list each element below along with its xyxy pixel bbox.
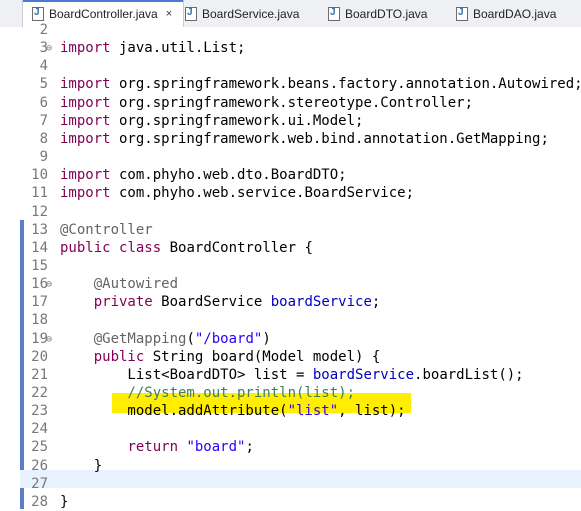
code-line[interactable]: 8 import org.springframework.web.bind.ann… (0, 130, 581, 148)
line-number: 2 (39, 22, 48, 38)
code-line[interactable]: 23 model.addAttribute("list", list); (0, 402, 581, 420)
line-number: 5 (39, 76, 48, 93)
line-number: 22 (31, 385, 48, 401)
code-text: @Controller (60, 221, 153, 238)
code-line[interactable]: 3 ⊖ import java.util.List; (0, 39, 581, 57)
code-line[interactable]: 18 (0, 311, 581, 329)
code-line[interactable]: 4 (0, 57, 581, 75)
collapse-icon[interactable]: ⊖ (46, 40, 52, 58)
code-line[interactable]: 7 import org.springframework.ui.Model; (0, 112, 581, 130)
code-line[interactable]: 12 (0, 203, 581, 221)
code-text: public String board(Model model) { (93, 348, 381, 365)
code-line[interactable]: 2 (0, 21, 581, 39)
code-line[interactable]: 25 return "board"; (0, 438, 581, 456)
line-number: 9 (39, 149, 48, 166)
code-line[interactable]: 19 ⊖ @GetMapping("/board") (0, 330, 581, 348)
code-line[interactable]: 27 (0, 475, 581, 493)
code-line[interactable]: 21 List<BoardDTO> list = boardService.bo… (0, 366, 581, 384)
code-line[interactable]: 26 } (0, 457, 581, 475)
line-number: 24 (31, 421, 48, 438)
code-line[interactable]: 11 import com.phyho.web.service.BoardServ… (0, 184, 581, 202)
code-line[interactable]: 24 (0, 420, 581, 438)
code-text: } (60, 457, 103, 474)
tab-label: BoardController.java (49, 6, 158, 21)
line-number: 26 (31, 457, 48, 474)
line-number: 7 (39, 112, 48, 129)
line-number: 27 (31, 475, 48, 492)
java-file-icon: J (455, 6, 468, 21)
line-number: 28 (31, 493, 48, 510)
code-text: private BoardService boardService; (93, 294, 381, 311)
code-text: import com.phyho.web.service.BoardServic… (60, 185, 415, 202)
tab-label: BoardDTO.java (345, 6, 428, 21)
line-number: 10 (31, 167, 48, 184)
line-number: 6 (39, 94, 48, 111)
code-line[interactable]: 16 ⊖ @Autowired (0, 275, 581, 293)
line-number: 3 (39, 40, 48, 57)
code-text: //System.out.println(list); (60, 385, 356, 401)
code-line[interactable]: 13 @Controller (0, 221, 581, 239)
code-line[interactable]: 10 import com.phyho.web.dto.BoardDTO; (0, 166, 581, 184)
code-text: import java.util.List; (60, 40, 246, 57)
tab-label: BoardService.java (202, 6, 300, 21)
code-line[interactable]: 6 import org.springframework.stereotype.C… (0, 94, 581, 112)
line-number: 17 (31, 294, 48, 311)
code-text: import com.phyho.web.dto.BoardDTO; (60, 167, 347, 184)
line-number: 23 (31, 403, 48, 420)
code-line[interactable]: 14 public class BoardController { (0, 239, 581, 257)
line-number: 18 (31, 312, 48, 329)
code-text: List<BoardDTO> list = boardService.board… (60, 366, 524, 383)
java-file-icon: J (31, 6, 44, 21)
line-number: 8 (39, 130, 48, 147)
java-file-icon: J (327, 6, 340, 21)
code-text: public class BoardController { (60, 239, 313, 256)
code-line[interactable]: 15 (0, 257, 581, 275)
code-line[interactable]: 20 public String board(Model model) { (0, 348, 581, 366)
code-line[interactable]: 17 private BoardService boardService; (0, 293, 581, 311)
line-number: 14 (31, 239, 48, 256)
code-text: import org.springframework.web.bind.anno… (60, 130, 549, 147)
code-text: import org.springframework.beans.factory… (60, 76, 581, 93)
code-text: model.addAttribute("list", list); (60, 403, 406, 420)
code-line[interactable]: 28} (0, 493, 581, 511)
code-text: import org.springframework.ui.Model; (60, 112, 364, 129)
line-number: 11 (31, 185, 48, 202)
code-line[interactable]: 22 //System.out.println(list); (0, 384, 581, 402)
code-editor[interactable]: 2 3 ⊖ import java.util.List; 4 5 import org.sp… (0, 22, 581, 511)
line-number: 15 (31, 257, 48, 274)
close-icon[interactable]: × (166, 8, 172, 20)
code-line[interactable]: 9 (0, 148, 581, 166)
line-number: 25 (31, 439, 48, 456)
code-line[interactable]: 5 import org.springframework.beans.factor… (0, 75, 581, 93)
code-text: return "board"; (127, 439, 254, 456)
collapse-icon[interactable]: ⊖ (46, 331, 52, 349)
line-number: 21 (31, 366, 48, 383)
code-text: @Autowired (93, 276, 179, 293)
code-text: } (60, 493, 69, 510)
code-text: import org.springframework.stereotype.Co… (60, 94, 474, 111)
collapse-icon[interactable]: ⊖ (46, 276, 52, 294)
line-number: 16 (31, 276, 48, 293)
line-number: 4 (39, 58, 48, 75)
code-text: @GetMapping("/board") (93, 330, 271, 347)
tab-label: BoardDAO.java (473, 6, 557, 21)
line-number: 19 (31, 330, 48, 347)
java-file-icon: J (184, 6, 197, 21)
line-number: 20 (31, 348, 48, 365)
line-number: 13 (31, 221, 48, 238)
line-number: 12 (31, 203, 48, 220)
